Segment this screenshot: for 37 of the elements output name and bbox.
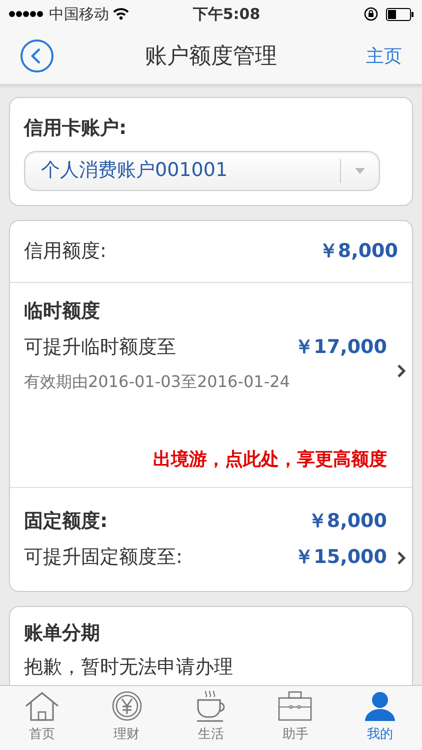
- caret-icon: [355, 168, 365, 174]
- battery-icon: [386, 8, 414, 20]
- tab-button[interactable]: 我的: [338, 686, 422, 750]
- fixed-raise-label: 可提升固定额度至:: [24, 545, 182, 570]
- temporary-limit-title: 临时额度: [24, 298, 101, 324]
- credit-limit-label: 信用额度:: [24, 238, 106, 264]
- credit-limit-value: ￥8,000: [318, 238, 398, 264]
- account-label: 信用卡账户:: [24, 116, 128, 141]
- installment-title: 账单分期: [24, 620, 101, 646]
- fixed-limit-value: ￥8,000: [308, 508, 387, 534]
- rotation-lock-icon: [364, 7, 378, 21]
- yen-coin-icon: [110, 690, 143, 722]
- chevron-icon[interactable]: [397, 551, 406, 565]
- briefcase-icon: [278, 690, 312, 722]
- temporary-raise-label: 可提升临时额度至: [24, 335, 176, 360]
- home-link[interactable]: 主页: [366, 42, 402, 70]
- account-select[interactable]: 个人消费账户001001: [24, 150, 380, 190]
- back-icon: [20, 39, 54, 73]
- status-time: 下午5:08: [192, 4, 262, 25]
- temporary-raise-value: ￥17,000: [294, 335, 387, 360]
- wifi-icon: [113, 8, 129, 20]
- chevron-icon[interactable]: [397, 364, 406, 378]
- back-button[interactable]: [20, 39, 54, 73]
- tab-button[interactable]: 首页: [0, 686, 84, 750]
- home-icon: [24, 690, 60, 722]
- tab-button[interactable]: 理财: [84, 686, 169, 750]
- fixed-raise-value: ￥15,000: [294, 545, 387, 570]
- signal-icon: [8, 9, 45, 19]
- validity-text: 有效期由2016-01-03至2016-01-24: [24, 370, 291, 392]
- promo-link[interactable]: 出境游，点此处，享更高额度: [153, 446, 387, 472]
- tab-button[interactable]: 助手: [253, 686, 338, 750]
- fixed-limit-label: 固定额度:: [24, 508, 108, 534]
- installment-message: 抱歉，暂时无法申请办理: [24, 655, 234, 680]
- carrier-name: 中国移动: [49, 4, 109, 25]
- page-title: 账户额度管理: [145, 44, 277, 68]
- tab-button[interactable]: 生活: [168, 686, 254, 750]
- person-icon: [364, 690, 396, 722]
